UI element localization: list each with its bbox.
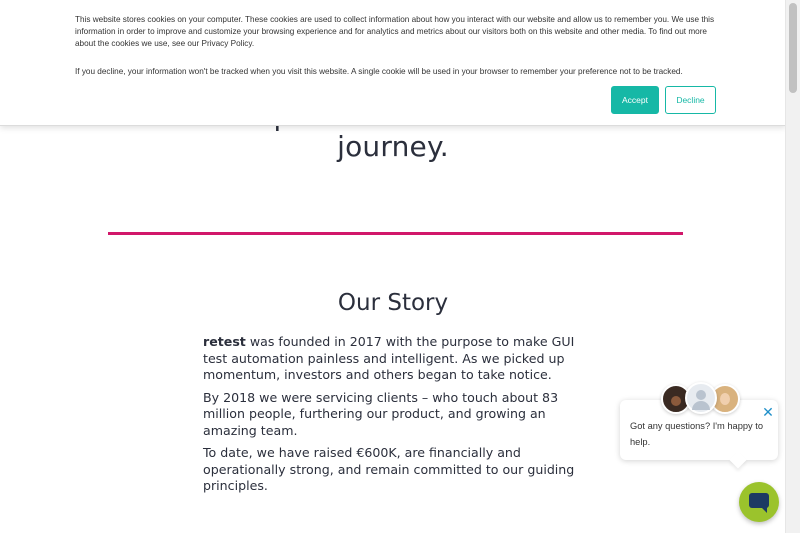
story-paragraph-2: By 2018 we were servicing clients – who …: [203, 389, 559, 438]
story-paragraph-3: To date, we have raised €600K, are finan…: [203, 445, 575, 493]
cookie-banner: This website stores cookies on your comp…: [0, 0, 786, 126]
cookie-text-info: This website stores cookies on your comp…: [75, 15, 715, 48]
scrollbar[interactable]: [785, 0, 800, 533]
section-divider: [108, 232, 683, 235]
agent-avatar-placeholder: [685, 382, 717, 414]
chat-launcher-button[interactable]: [739, 482, 779, 522]
decline-button[interactable]: Decline: [665, 86, 716, 114]
accept-button[interactable]: Accept: [611, 86, 659, 114]
chat-greeting-text: Got any questions? I'm happy to help.: [630, 421, 764, 447]
hero-heading-line-2: journey.: [337, 130, 449, 163]
story-paragraph-1: retest was founded in 2017 with the purp…: [203, 334, 583, 384]
story-paragraph-1-text: was founded in 2017 with the purpose to …: [203, 334, 575, 382]
cookie-text-decline: If you decline, your information won't b…: [75, 67, 683, 76]
chat-icon: [749, 493, 769, 513]
scrollbar-thumb[interactable]: [789, 3, 797, 93]
close-icon[interactable]: ✕: [760, 404, 776, 420]
brand-name: retest: [203, 334, 246, 349]
chat-bubble-tail: [729, 451, 747, 469]
story-text: retest was founded in 2017 with the purp…: [203, 334, 583, 501]
story-title: Our Story: [337, 290, 449, 316]
